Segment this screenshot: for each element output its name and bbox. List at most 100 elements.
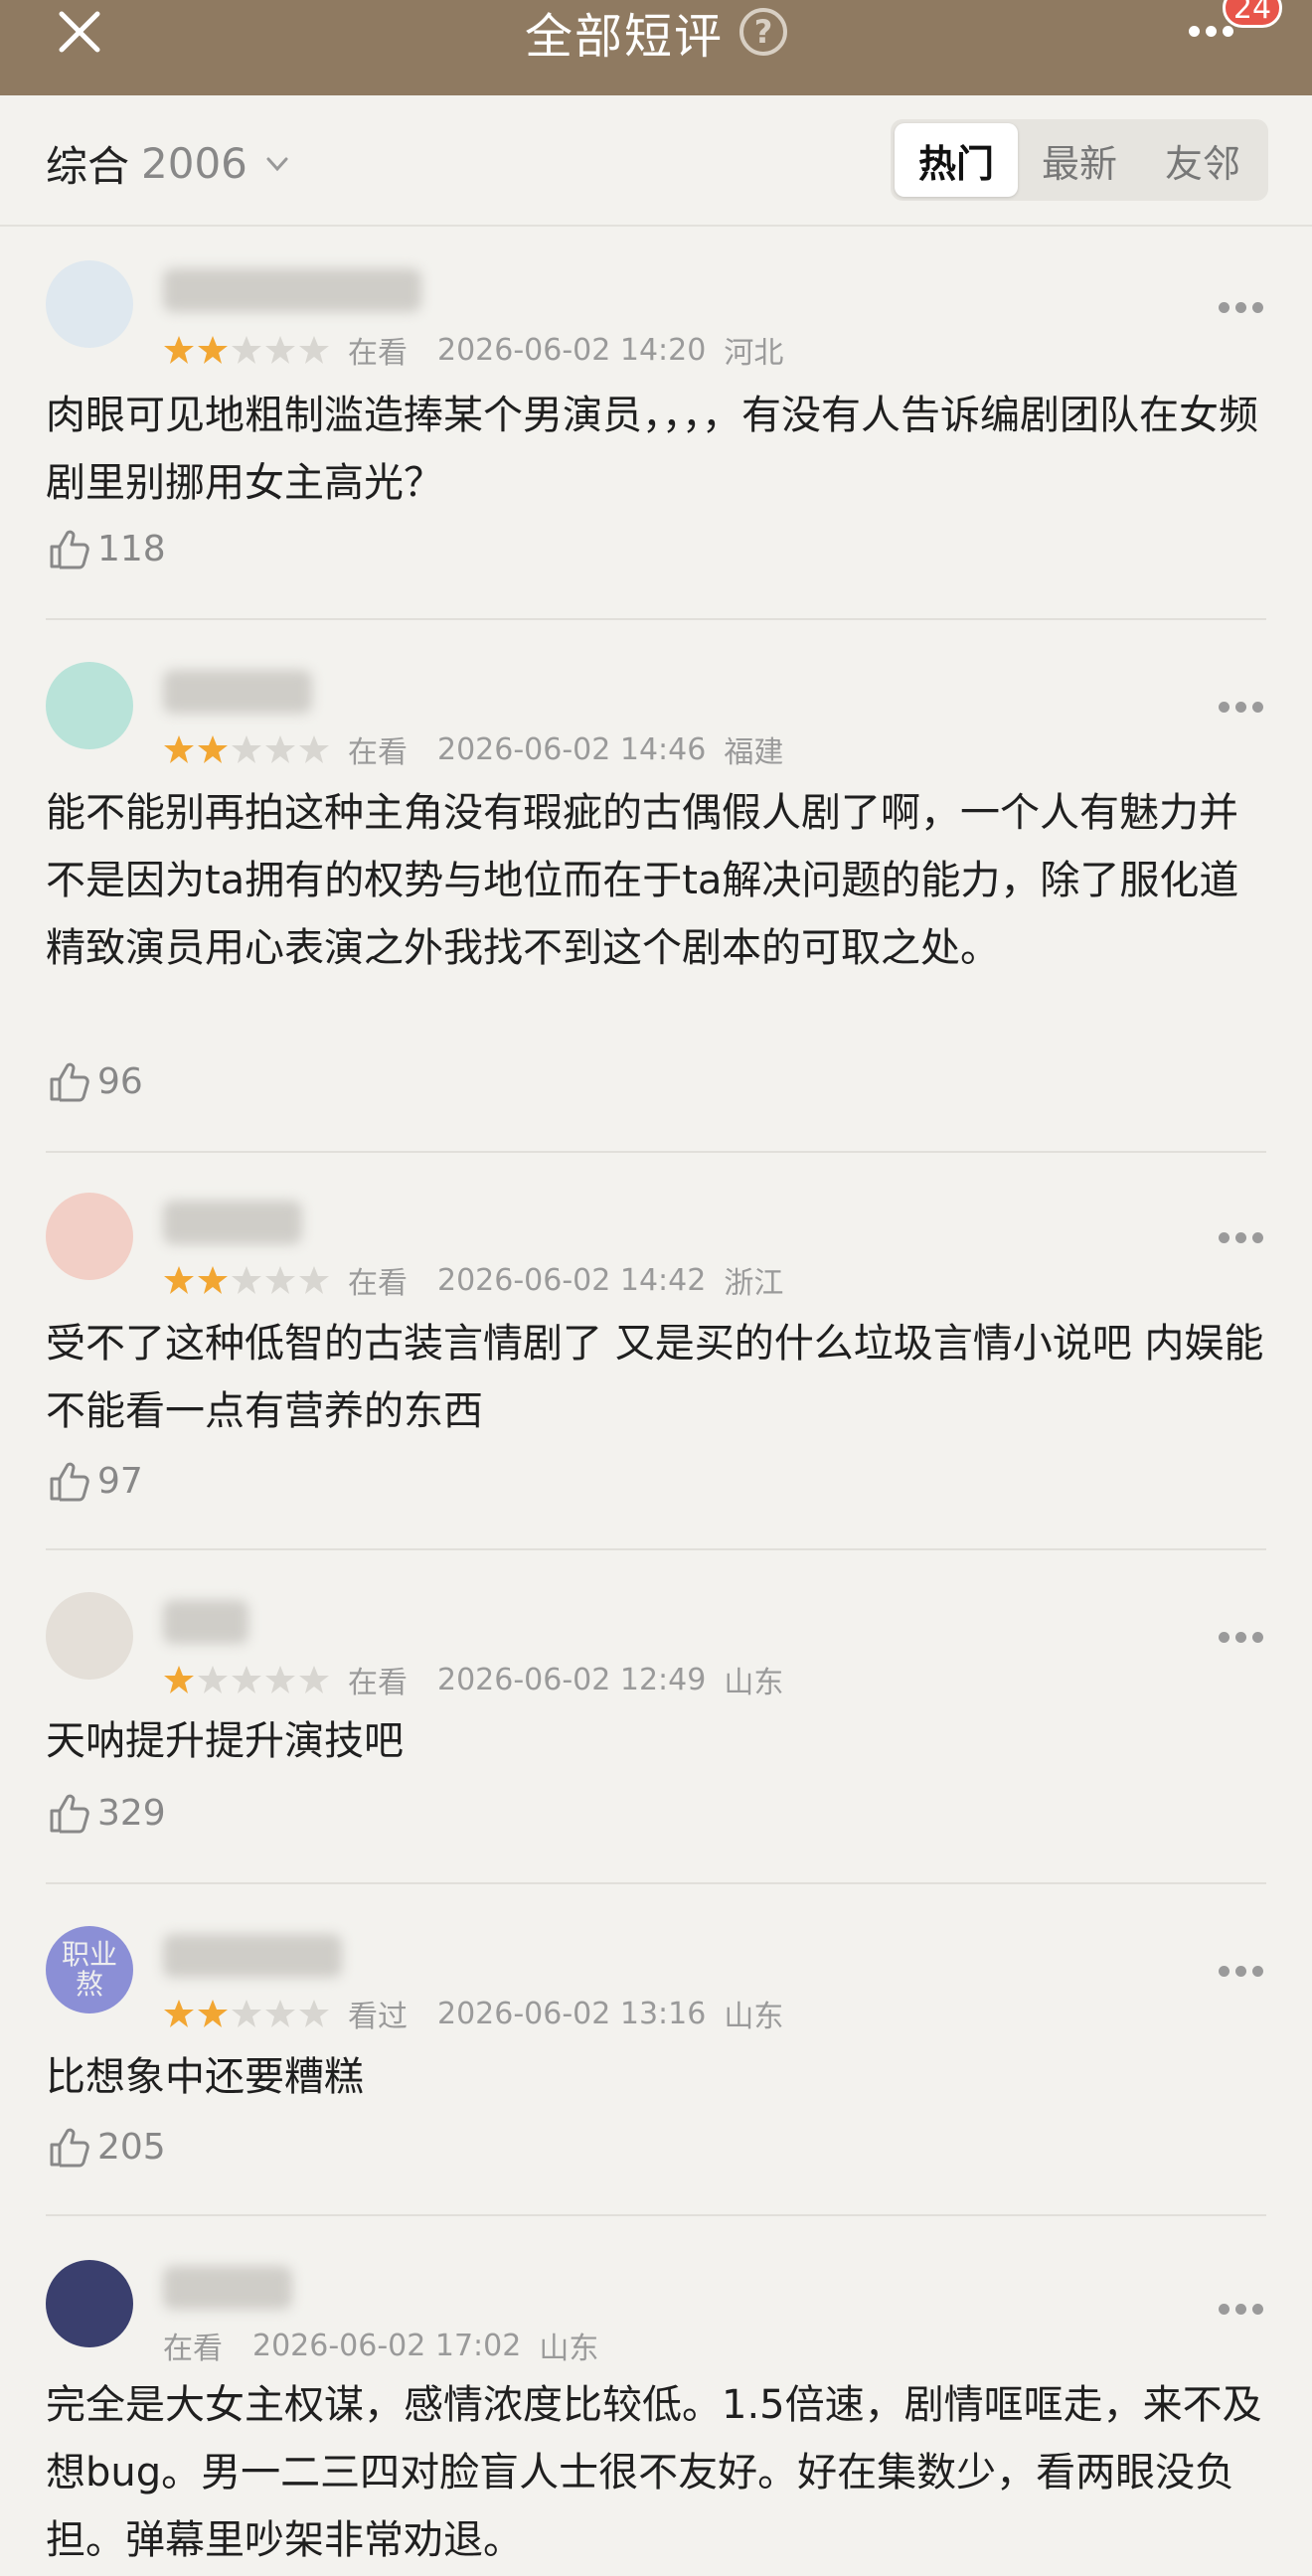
review-date: 2026-06-02 17:02 [252, 2328, 522, 2363]
star-empty-icon [232, 2000, 261, 2027]
dot-icon [1235, 1232, 1246, 1243]
review-more-button[interactable] [1219, 1232, 1268, 1246]
page-title: 全部短评 [524, 9, 724, 65]
divider [46, 1548, 1266, 1550]
sort-dropdown[interactable]: 综合 2006 [46, 133, 291, 194]
thumbs-up-icon [50, 1462, 89, 1502]
star-filled-icon [164, 1266, 194, 1294]
username-blurred[interactable] [163, 1600, 248, 1644]
star-filled-icon [198, 2000, 228, 2027]
review-count: 2006 [141, 139, 247, 188]
sort-label: 综合 [46, 142, 130, 191]
dot-icon [1219, 2304, 1230, 2315]
review-date: 2026-06-02 14:20 [437, 332, 707, 368]
star-empty-icon [265, 336, 295, 364]
avatar[interactable] [46, 260, 133, 348]
divider [46, 1151, 1266, 1153]
star-empty-icon [232, 336, 261, 364]
dot-icon [1235, 702, 1246, 713]
review-meta: 在看 2026-06-02 17:02 山东 [163, 2324, 598, 2367]
star-filled-icon [164, 336, 194, 364]
watch-status: 看过 [348, 2000, 408, 2034]
review-location: 浙江 [724, 1266, 784, 1301]
review-text: 完全是大女主权谋，感情浓度比较低。1.5倍速，剧情哐哐走，来不及想bug。男一二… [46, 2382, 1262, 2563]
review-more-button[interactable] [1219, 1966, 1268, 1980]
review-meta: 看过 2026-06-02 13:16 山东 [163, 1992, 783, 2035]
star-empty-icon [299, 1666, 329, 1693]
review-location: 山东 [724, 1666, 784, 1700]
review-meta: 在看 2026-06-02 14:46 福建 [163, 727, 783, 771]
thumbs-up-icon [50, 1062, 89, 1102]
watch-status: 在看 [348, 735, 408, 770]
like-count: 96 [97, 1060, 143, 1102]
help-icon[interactable]: ? [739, 8, 787, 56]
star-empty-icon [265, 1666, 295, 1693]
thumbs-up-icon [50, 2128, 89, 2168]
dot-icon [1219, 1632, 1230, 1643]
dot-icon [1223, 25, 1233, 37]
review-location: 河北 [724, 336, 784, 371]
avatar[interactable] [46, 2260, 133, 2347]
like-button[interactable]: 118 [46, 525, 166, 572]
review-date: 2026-06-02 12:49 [437, 1662, 707, 1697]
review-meta: 在看 2026-06-02 14:20 河北 [163, 328, 783, 372]
avatar[interactable] [46, 1592, 133, 1680]
star-empty-icon [198, 1666, 228, 1693]
dot-icon [1235, 1966, 1246, 1977]
review-text: 能不能别再拍这种主角没有瑕疵的古偶假人剧了啊，一个人有魅力并不是因为ta拥有的权… [46, 790, 1239, 971]
dot-icon [1189, 25, 1200, 37]
star-rating [163, 1264, 330, 1296]
review-more-button[interactable] [1219, 2304, 1268, 2318]
review-meta: 在看 2026-06-02 12:49 山东 [163, 1658, 783, 1701]
thumbs-up-icon [50, 530, 89, 569]
review-location: 福建 [724, 735, 784, 770]
divider [46, 618, 1266, 620]
avatar[interactable]: 职业 熬 [46, 1926, 133, 2013]
tab-group: 热门 最新 友邻 [891, 119, 1268, 201]
username-blurred[interactable] [163, 670, 312, 714]
tab-hot[interactable]: 热门 [895, 123, 1018, 197]
tab-friends[interactable]: 友邻 [1141, 123, 1264, 197]
star-empty-icon [232, 735, 261, 763]
username-blurred[interactable] [163, 1934, 342, 1978]
star-empty-icon [232, 1666, 261, 1693]
avatar-text: 职业 熬 [61, 1938, 117, 2001]
avatar[interactable] [46, 662, 133, 749]
review-date: 2026-06-02 13:16 [437, 1996, 707, 2031]
username-blurred[interactable] [163, 1201, 302, 1244]
watch-status: 在看 [163, 2332, 223, 2366]
like-button[interactable]: 329 [46, 1789, 166, 1837]
review-more-button[interactable] [1219, 1632, 1268, 1646]
review-text: 比想象中还要糟糕 [46, 2054, 364, 2100]
star-rating [163, 1664, 330, 1695]
review-text: 受不了这种低智的古装言情剧了 又是买的什么垃圾言情小说吧 内娱能不能看一点有营养… [46, 1321, 1264, 1434]
title-area: 全部短评 ? [0, 0, 1312, 65]
thumbs-up-icon [50, 1794, 89, 1834]
star-empty-icon [265, 2000, 295, 2027]
like-button[interactable]: 97 [46, 1457, 143, 1505]
username-blurred[interactable] [163, 268, 421, 312]
dot-icon [1219, 1232, 1230, 1243]
star-filled-icon [164, 735, 194, 763]
filter-bar: 综合 2006 热门 最新 友邻 [0, 95, 1312, 227]
review-more-button[interactable] [1219, 702, 1268, 716]
username-blurred[interactable] [163, 2266, 292, 2310]
avatar[interactable] [46, 1193, 133, 1280]
like-button[interactable]: 96 [46, 1057, 143, 1105]
review-more-button[interactable] [1219, 302, 1268, 316]
star-rating [163, 733, 330, 765]
dot-icon [1206, 25, 1217, 37]
review-text: 肉眼可见地粗制滥造捧某个男演员，，，，有没有人告诉编剧团队在女频剧里别挪用女主高… [46, 393, 1258, 506]
star-empty-icon [265, 735, 295, 763]
review-meta: 在看 2026-06-02 14:42 浙江 [163, 1258, 783, 1302]
chevron-down-icon [266, 157, 288, 171]
star-empty-icon [299, 336, 329, 364]
dot-icon [1252, 1232, 1263, 1243]
tab-latest[interactable]: 最新 [1018, 123, 1141, 197]
like-button[interactable]: 205 [46, 2123, 166, 2171]
watch-status: 在看 [348, 1666, 408, 1700]
dot-icon [1235, 1632, 1246, 1643]
star-empty-icon [232, 1266, 261, 1294]
star-filled-icon [164, 2000, 194, 2027]
star-filled-icon [164, 1666, 194, 1693]
